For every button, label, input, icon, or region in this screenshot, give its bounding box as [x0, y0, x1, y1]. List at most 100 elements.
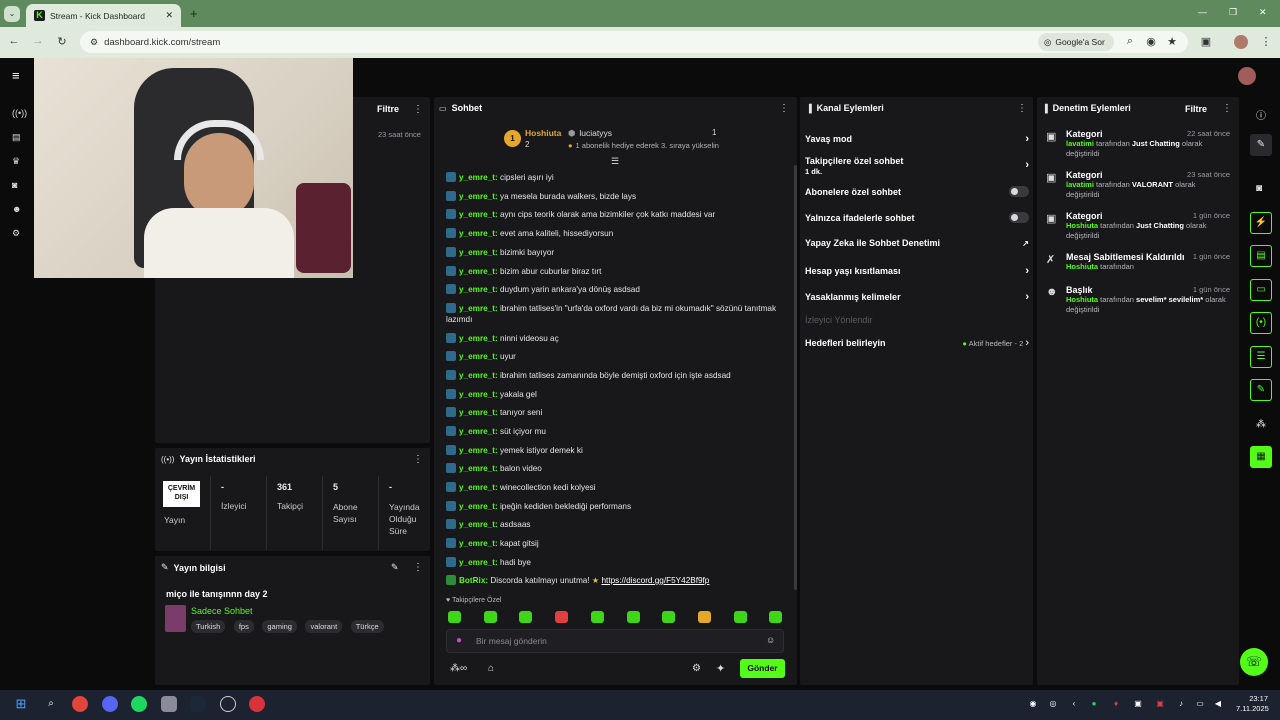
emote-icon[interactable]	[519, 611, 532, 623]
steam-icon[interactable]	[190, 696, 206, 712]
mod-user[interactable]: lavatimi	[1066, 139, 1094, 148]
site-info-icon[interactable]: ⚙	[90, 37, 98, 48]
emote-icon[interactable]	[627, 611, 640, 623]
chat-username[interactable]: y_emre_t:	[459, 334, 498, 343]
address-input[interactable]: ⚙ dashboard.kick.com/stream	[80, 31, 1188, 53]
points-icon[interactable]: ⁂∞	[450, 663, 467, 674]
chat-username[interactable]: y_emre_t:	[459, 539, 498, 548]
mod-user[interactable]: Hoshiuta	[1066, 221, 1098, 230]
edit-info-icon[interactable]: ✎	[391, 562, 399, 573]
emote-icon[interactable]	[555, 611, 568, 623]
hamburger-menu-icon[interactable]: ≡	[12, 68, 20, 83]
help-chat-button[interactable]: ☏	[1240, 648, 1268, 676]
search-icon[interactable]: ⌕	[43, 696, 59, 712]
chat-username[interactable]: y_emre_t:	[459, 427, 498, 436]
bot-username[interactable]: BotRix:	[459, 576, 488, 585]
eye-off-icon[interactable]: ◉	[1143, 35, 1159, 48]
google-ask-button[interactable]: ◎ Google'a Sor	[1038, 33, 1114, 51]
chat-username[interactable]: y_emre_t:	[459, 304, 498, 313]
apps-icon[interactable]: ⁂	[1256, 419, 1266, 430]
moderation-filter-button[interactable]: Filtre	[1185, 104, 1207, 114]
chat-username[interactable]: y_emre_t:	[459, 520, 498, 529]
followers-chat-row[interactable]: Takipçilere özel sohbet 1 dk. ›	[805, 156, 1029, 176]
window-minimize-button[interactable]: —	[1198, 7, 1207, 17]
nav-community-icon[interactable]: ☻	[12, 204, 21, 214]
volume-icon[interactable]: ◀	[1210, 696, 1226, 712]
chat-username[interactable]: y_emre_t:	[459, 464, 498, 473]
bookmark-star-icon[interactable]: ★	[1164, 35, 1180, 48]
app-red-icon[interactable]	[249, 696, 265, 712]
banned-words-row[interactable]: Yasaklanmış kelimeler ›	[805, 291, 1029, 303]
chat-input-placeholder[interactable]: Bir mesaj gönderin	[476, 636, 547, 646]
add-widget-icon[interactable]: ▦	[1250, 446, 1272, 468]
chat-username[interactable]: y_emre_t:	[459, 210, 498, 219]
emote-icon[interactable]	[769, 611, 782, 623]
user-avatar[interactable]	[1238, 67, 1256, 85]
tab-search-icon[interactable]: ⌄	[4, 6, 20, 22]
stream-filter-button[interactable]: Filtre	[377, 104, 399, 114]
profile-avatar[interactable]	[1234, 35, 1248, 49]
info-menu-icon[interactable]: ⋮	[413, 562, 423, 573]
tools-icon[interactable]: ✎	[1250, 379, 1272, 401]
window-maximize-button[interactable]: ❐	[1229, 7, 1237, 18]
obs-icon[interactable]	[220, 696, 236, 712]
back-icon[interactable]: ←	[6, 35, 22, 47]
chat-username[interactable]: y_emre_t:	[459, 248, 498, 257]
info-icon[interactable]: ⓘ	[1256, 107, 1266, 122]
mod-user[interactable]: Hoshiuta	[1066, 262, 1098, 271]
tray-chevron-icon[interactable]: ‹	[1066, 696, 1082, 712]
nav-trophy-icon[interactable]: ♛	[12, 156, 20, 167]
chat-settings-icon[interactable]: ⚙	[692, 663, 701, 674]
chat-bubble-icon[interactable]: ▭	[1250, 279, 1272, 301]
discord-icon[interactable]	[102, 696, 118, 712]
chat-username[interactable]: y_emre_t:	[459, 371, 498, 380]
ai-moderation-row[interactable]: Yapay Zeka ile Sohbet Denetimi ↗	[805, 238, 1029, 248]
extensions-icon[interactable]: ▣	[1198, 35, 1214, 48]
tray-steam-icon[interactable]: ◎	[1045, 696, 1061, 712]
mod-user[interactable]: Hoshiuta	[1066, 295, 1098, 304]
nav-camera-icon[interactable]: ◙	[12, 180, 17, 190]
lightning-icon[interactable]: ⚡	[1250, 212, 1272, 234]
zoom-icon[interactable]: ⌕	[1122, 35, 1138, 48]
chat-username[interactable]: y_emre_t:	[459, 502, 498, 511]
chrome-icon[interactable]	[72, 696, 88, 712]
emote-icon[interactable]	[484, 611, 497, 623]
emoji-picker-icon[interactable]: ☺	[766, 635, 775, 645]
mic-icon[interactable]: ●	[456, 635, 462, 646]
goals-row[interactable]: Hedefleri belirleyin ● Aktif hedefler - 2…	[805, 337, 1029, 349]
emote-icon[interactable]	[448, 611, 461, 623]
camera-icon[interactable]: ◙	[1256, 183, 1262, 194]
chat-username[interactable]: y_emre_t:	[459, 173, 498, 182]
microphone-icon[interactable]: ♪	[1173, 696, 1189, 712]
tray-spotify-icon[interactable]: ●	[1086, 696, 1102, 712]
account-age-row[interactable]: Hesap yaşı kısıtlaması ›	[805, 265, 1029, 277]
emote-icon[interactable]	[591, 611, 604, 623]
chat-username[interactable]: y_emre_t:	[459, 558, 498, 567]
chat-username[interactable]: y_emre_t:	[459, 352, 498, 361]
slow-mode-row[interactable]: Yavaş mod ›	[805, 133, 1029, 145]
emote-icon[interactable]	[698, 611, 711, 623]
tray-app-icon[interactable]: ♦	[1108, 696, 1124, 712]
send-button[interactable]: Gönder	[740, 659, 785, 678]
chat-username[interactable]: y_emre_t:	[459, 483, 498, 492]
network-icon[interactable]: ▭	[1192, 696, 1208, 712]
emote-icon[interactable]	[662, 611, 675, 623]
nav-settings-icon[interactable]: ⚙	[12, 228, 20, 239]
store-icon[interactable]: ⌂	[488, 663, 494, 674]
emote-icon[interactable]	[734, 611, 747, 623]
discord-link[interactable]: https://discord.gg/F5Y42Bf9fp	[602, 576, 710, 585]
spotify-icon[interactable]	[131, 696, 147, 712]
chat-username[interactable]: y_emre_t:	[459, 192, 498, 201]
app-icon[interactable]	[161, 696, 177, 712]
browser-tab[interactable]: K Stream - Kick Dashboard ✕	[26, 4, 181, 27]
broadcast-icon[interactable]: (•)	[1250, 312, 1272, 334]
emote-chat-toggle[interactable]	[1009, 212, 1029, 223]
emote-menu-icon[interactable]: ✦	[716, 662, 725, 675]
chat-username[interactable]: y_emre_t:	[459, 408, 498, 417]
category-link[interactable]: Sadece Sohbet	[191, 606, 253, 616]
windows-start-icon[interactable]: ⊞	[13, 696, 29, 712]
browser-menu-icon[interactable]: ⋮	[1258, 35, 1274, 48]
document-icon[interactable]: ▤	[1250, 245, 1272, 267]
moderation-menu-icon[interactable]: ⋮	[1222, 103, 1232, 114]
window-close-button[interactable]: ✕	[1259, 7, 1267, 18]
